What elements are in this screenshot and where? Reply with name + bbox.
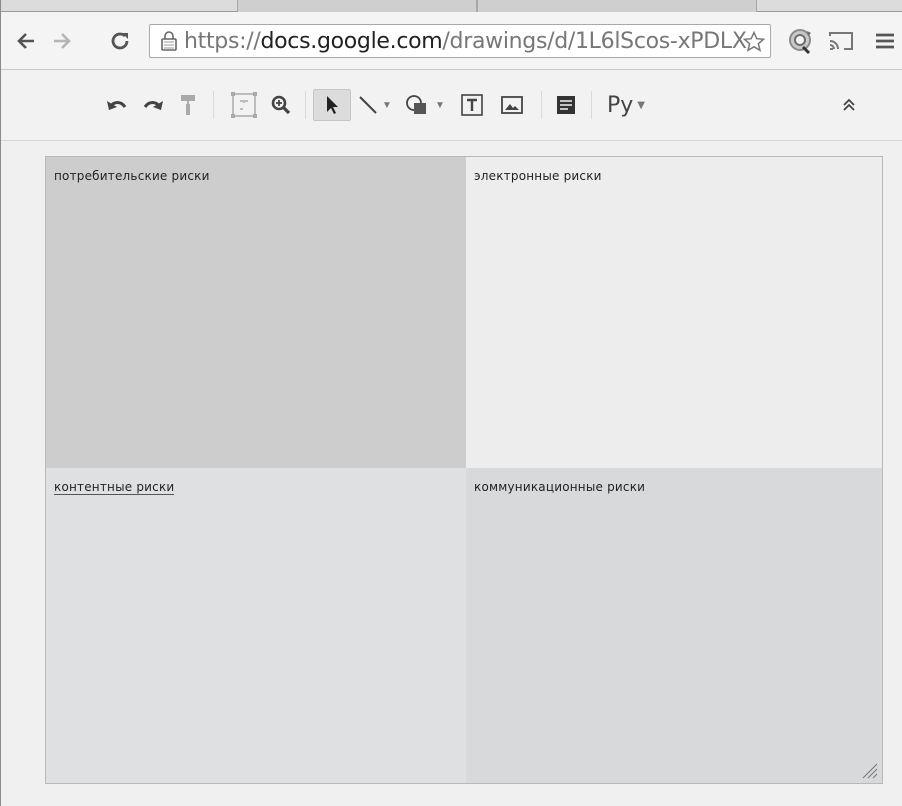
quadrant-label[interactable]: потребительские риски xyxy=(54,169,210,183)
fit-select-icon[interactable] xyxy=(227,89,261,121)
cast-icon[interactable] xyxy=(827,27,855,55)
toolbar-separator xyxy=(213,91,214,119)
undo-icon[interactable] xyxy=(101,89,133,121)
resize-grip-icon[interactable] xyxy=(860,761,878,779)
drawing-toolbar: ▼ ▼ Ру ▼ xyxy=(1,71,902,141)
menu-icon[interactable] xyxy=(871,27,899,55)
toolbar-separator xyxy=(541,91,542,119)
language-label: Ру xyxy=(607,92,634,118)
back-arrow-icon[interactable] xyxy=(11,26,41,56)
quadrant-consumer-risks[interactable]: потребительские риски xyxy=(46,157,466,468)
line-icon[interactable]: ▼ xyxy=(355,89,395,121)
reload-icon[interactable] xyxy=(105,26,135,56)
extension-icon[interactable] xyxy=(787,27,815,55)
star-icon[interactable] xyxy=(742,30,766,54)
drawing-page[interactable]: потребительские риски электронные риски … xyxy=(45,156,883,784)
language-menu[interactable]: Ру ▼ xyxy=(601,89,651,121)
browser-window: https://docs.google.com/drawings/d/1L6lS… xyxy=(0,0,902,806)
drawing-canvas[interactable]: потребительские риски электронные риски … xyxy=(1,142,902,806)
shape-icon[interactable]: ▼ xyxy=(403,89,447,121)
toolbar-separator xyxy=(305,91,306,119)
text-box-icon[interactable] xyxy=(457,89,487,121)
select-arrow-icon[interactable] xyxy=(313,89,351,121)
quadrant-communication-risks[interactable]: коммуникационные риски xyxy=(466,468,882,783)
collapse-icon[interactable] xyxy=(835,89,863,121)
image-icon[interactable] xyxy=(497,89,527,121)
chevron-down-icon: ▼ xyxy=(435,99,445,111)
url-path: /drawings/d/1L6lScos-xPDLX xyxy=(442,28,747,54)
redo-icon[interactable] xyxy=(137,89,169,121)
paint-format-icon[interactable] xyxy=(175,89,201,121)
quadrant-label[interactable]: электронные риски xyxy=(474,169,602,183)
chevron-down-icon: ▼ xyxy=(637,99,645,111)
lock-icon xyxy=(158,30,180,52)
zoom-icon[interactable] xyxy=(267,89,295,121)
quadrant-label[interactable]: контентные риски xyxy=(54,480,175,495)
forward-arrow-icon[interactable] xyxy=(47,26,77,56)
tab[interactable] xyxy=(237,0,477,12)
toolbar-separator xyxy=(591,91,592,119)
chevron-down-icon: ▼ xyxy=(382,99,392,111)
url-prefix: https:// xyxy=(184,28,261,54)
url-host: docs.google.com xyxy=(260,28,443,54)
quadrant-label[interactable]: коммуникационные риски xyxy=(474,480,645,494)
tab-strip xyxy=(1,0,902,12)
quadrant-electronic-risks[interactable]: электронные риски xyxy=(466,157,882,468)
comment-icon[interactable] xyxy=(551,89,581,121)
browser-nav-bar: https://docs.google.com/drawings/d/1L6lS… xyxy=(1,12,902,70)
tab-active[interactable] xyxy=(477,0,757,12)
address-bar[interactable]: https://docs.google.com/drawings/d/1L6lS… xyxy=(149,24,771,58)
url-text: https://docs.google.com/drawings/d/1L6lS… xyxy=(184,29,747,54)
quadrant-content-risks[interactable]: контентные риски xyxy=(46,468,466,783)
